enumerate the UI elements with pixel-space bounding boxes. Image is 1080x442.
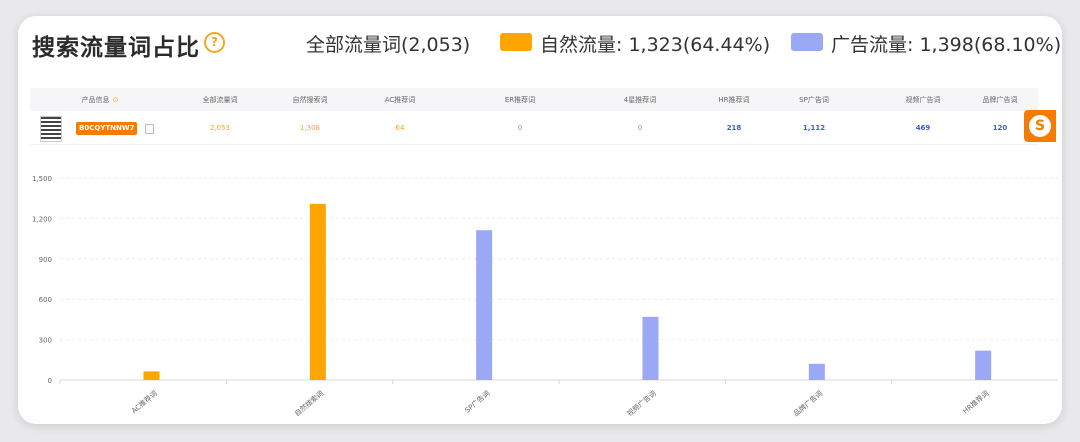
col-all-keywords: 全部流量词 [202,95,238,104]
col-video-keywords: 视频广告词 [905,95,941,104]
asin-badge[interactable]: B0CQYTNNW7 [76,122,138,135]
y-tick-label: 0 [48,377,52,385]
organic-traffic-label: 自然流量: 1,323(64.44%) [540,34,771,56]
col-organic-keywords: 自然搜索词 [292,95,328,104]
bar[interactable] [309,203,326,380]
traffic-card: 搜索流量词占比 ? 全部流量词(2,053) 自然流量: 1,323(64.44… [18,16,1062,424]
bar[interactable] [808,363,825,380]
y-tick-label: 1,500 [32,175,52,183]
ad-traffic-label: 广告流量: 1,398(68.10%) [831,34,1062,56]
bar[interactable] [975,350,992,380]
ad-legend-swatch[interactable] [791,33,823,51]
product-thumbnail[interactable] [40,116,62,142]
col-sp-keywords: SP广告词 [799,95,829,104]
x-tick-label: SP广告词 [463,389,492,415]
table-row[interactable]: B0CQYTNNW7 2,053 1,308 64 0 0 218 1,112 … [30,112,1038,145]
plugin-side-button[interactable]: S [1024,110,1056,142]
value-er-keywords: 0 [517,124,523,132]
y-tick-label: 1,200 [32,215,52,223]
x-tick-label: 视频广告词 [625,389,658,418]
total-keywords-label: 全部流量词(2,053) [306,34,471,56]
value-ac-keywords: 64 [395,124,405,132]
value-video-keywords: 469 [915,124,931,132]
info-icon[interactable]: ⊙ [113,96,119,104]
organic-legend-swatch[interactable] [500,33,532,51]
y-tick-label: 600 [39,296,52,304]
col-ac-keywords: AC推荐词 [384,95,416,104]
traffic-bar-chart: 0 300 600 900 1,200 1,500 AC推荐词 自然搜索词 SP广告词 视频广告词… [32,175,1058,418]
x-tick-label: HR推荐词 [961,389,991,416]
value-hr-keywords: 218 [726,124,742,132]
copy-icon[interactable] [145,124,154,134]
value-all-keywords: 2,053 [209,124,231,132]
col-4star-keywords: 4星推荐词 [623,95,657,104]
y-tick-label: 900 [39,256,52,264]
col-product-info: 产品信息 ⊙ [81,95,119,104]
keyword-table: 产品信息 ⊙ 全部流量词 自然搜索词 AC推荐词 ER推荐词 4星推荐词 HR推荐… [30,88,1038,146]
col-er-keywords: ER推荐词 [504,95,536,104]
value-organic-keywords: 1,308 [299,124,321,132]
card-title: 搜索流量词占比 [32,35,200,61]
y-tick-label: 300 [39,337,52,345]
bar[interactable] [143,371,160,380]
value-sp-keywords: 1,112 [802,124,826,132]
table-header: 产品信息 ⊙ 全部流量词 自然搜索词 AC推荐词 ER推荐词 4星推荐词 HR推荐… [30,88,1038,111]
x-tick-label: 自然搜索词 [293,389,326,418]
x-tick-label: AC推荐词 [130,389,159,416]
value-4star-keywords: 0 [637,124,643,132]
col-brand-keywords: 品牌广告词 [982,95,1018,104]
x-tick-label: 品牌广告词 [792,389,825,418]
plugin-logo-icon: S [1027,113,1053,139]
col-hr-keywords: HR推荐词 [718,95,750,104]
question-circle-icon[interactable]: ? [204,32,225,53]
bar[interactable] [476,230,493,380]
bar[interactable] [642,316,659,380]
